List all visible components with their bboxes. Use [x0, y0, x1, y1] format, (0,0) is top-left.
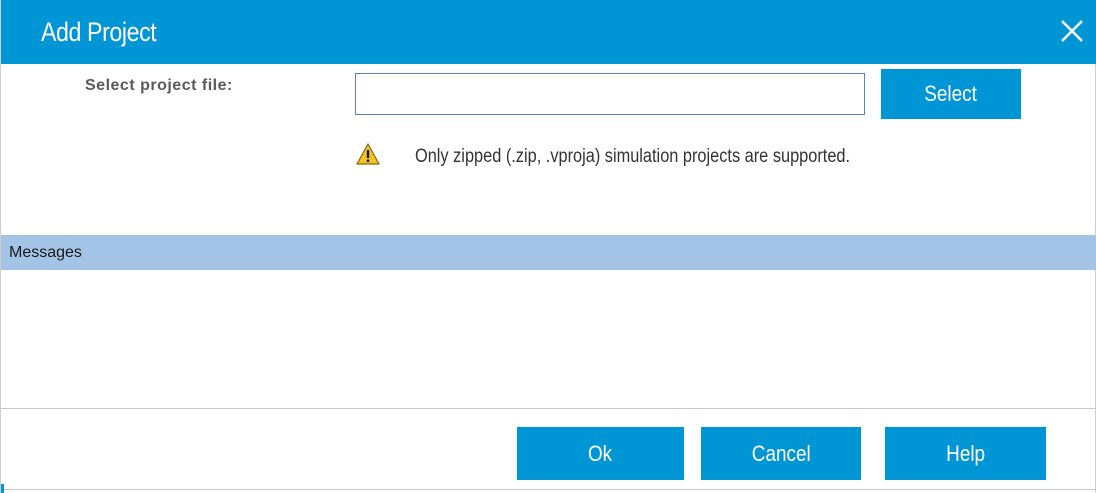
select-button[interactable]: Select: [881, 69, 1021, 119]
ok-button-label: Ok: [588, 440, 613, 466]
select-project-file-label: Select project file:: [85, 77, 233, 94]
help-button-label: Help: [946, 440, 985, 466]
supported-formats-notice: Only zipped (.zip, .vproja) simulation p…: [415, 146, 851, 167]
dialog-titlebar: Add Project: [1, 0, 1096, 64]
select-button-label: Select: [924, 81, 978, 106]
bottom-border: [1, 489, 1096, 490]
help-button[interactable]: Help: [885, 427, 1046, 480]
project-file-input[interactable]: [355, 73, 865, 115]
cancel-button-label: Cancel: [751, 440, 811, 466]
footer-divider: [1, 408, 1096, 409]
close-icon[interactable]: [1057, 16, 1087, 46]
add-project-dialog: Add Project Select project file: Select …: [0, 0, 1096, 493]
cancel-button[interactable]: Cancel: [701, 427, 861, 480]
messages-label: Messages: [9, 244, 82, 261]
ok-button[interactable]: Ok: [517, 427, 684, 480]
dialog-title: Add Project: [41, 17, 157, 47]
corner-mark: [1, 484, 4, 493]
messages-header: Messages: [1, 235, 1096, 270]
messages-area: [1, 270, 1096, 408]
warning-icon: [356, 143, 380, 165]
